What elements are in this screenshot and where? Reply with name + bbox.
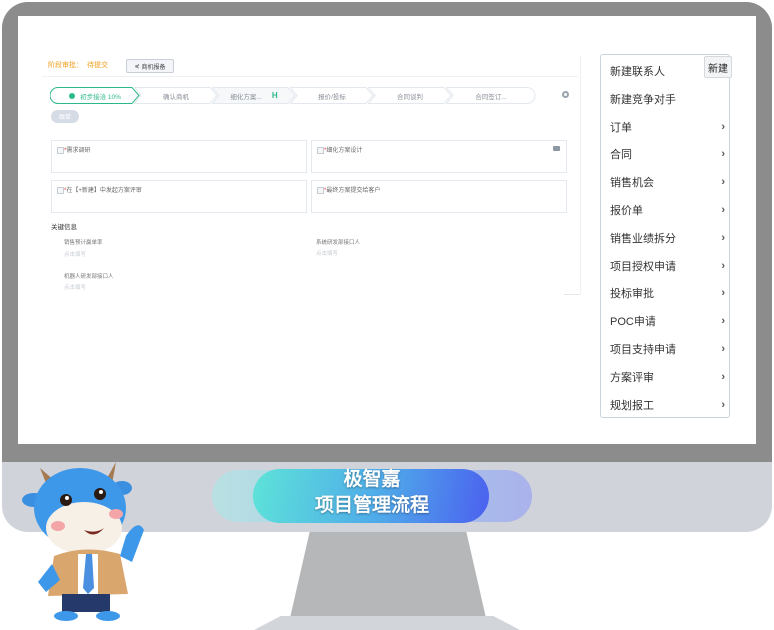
panel-divider-end [564,294,580,295]
menu-item[interactable]: 合同 › [601,140,729,168]
task-checkbox[interactable] [57,187,64,194]
stage-approval-value: 待提交 [87,62,108,69]
pipeline-step[interactable]: 初步接洽 10% [50,87,140,104]
menu-item-label: 规划报工 [610,399,654,412]
cow-mascot-icon [22,462,144,621]
banner-subtitle: 项目管理流程 [314,495,429,516]
key-info-title: 关键信息 [51,224,77,231]
field-label: 销售预计赢单率 [64,240,103,246]
opportunity-report-button[interactable]: ⋞ 商机报备 [126,59,174,73]
stage-approval: 阶段审批： 待提交 [48,60,108,70]
task-checkbox[interactable] [57,147,64,154]
task-label: 最终方案提交给客户 [326,188,381,194]
pipeline-step[interactable]: 确认商机 [134,87,218,104]
share-icon: ⋞ [134,63,140,70]
chevron-right-icon: › [721,204,725,216]
pipeline-step-label: 合同签订... [475,93,507,101]
pipeline-step[interactable]: 合同签订... [446,87,536,104]
menu-item[interactable]: 销售业绩拆分 › [601,224,729,252]
field-value-input[interactable]: 点击填写 [64,283,86,291]
report-button-label: 商机报备 [141,64,166,71]
menu-item-label: 新建联系人 [610,66,665,78]
stage-pipeline: 初步接洽 10% 确认商机 细化方案... H 报价/投标 合同谈判 合同签订.… [50,87,536,104]
menu-item-label: 方案评审 [610,371,654,384]
chevron-right-icon: › [721,259,725,272]
pipeline-step[interactable]: 合同谈判 [368,87,452,104]
monitor-stand-base [254,616,520,630]
menu-item-label: 投标审批 [610,288,654,301]
task-card[interactable]: *最终方案提交给客户 [311,180,567,213]
pipeline-step-label: 报价/投标 [318,93,346,101]
task-label: 需求调研 [66,148,91,154]
menu-item-label: POC申请 [610,316,656,329]
field-label: 系统研发部接口人 [316,240,361,246]
pipeline-step[interactable]: 报价/投标 [290,87,374,104]
new-tooltip: 新建 [704,56,732,78]
chevron-right-icon: › [721,120,725,133]
task-checkbox[interactable] [317,147,324,154]
chevron-right-icon: › [721,287,725,300]
menu-item-label: 项目授权申请 [610,260,676,273]
field-label: 机器人研发部接口人 [64,274,114,280]
header-divider [42,76,578,77]
task-checkbox[interactable] [317,187,324,194]
pipeline-step-label: 合同谈判 [397,93,423,101]
chevron-right-icon: › [721,398,725,411]
banner-title: 极智嘉 [343,469,401,490]
menu-item-label: 报价单 [610,205,643,217]
document-icon[interactable] [553,146,560,151]
chevron-right-icon: › [721,176,725,189]
menu-item-label: 销售机会 [610,177,654,190]
chevron-right-icon: › [721,343,725,355]
menu-item[interactable]: 投标审批 › [601,279,729,307]
pipeline-step[interactable]: 细化方案... H [212,87,296,104]
menu-item[interactable]: POC申请 › [601,307,729,335]
chevron-right-icon: › [721,148,725,161]
chevron-right-icon: › [721,315,725,328]
menu-item-label: 订单 [610,121,632,134]
task-card[interactable]: *细化方案设计 [311,140,567,173]
task-label: 细化方案设计 [326,148,363,154]
pipeline-step-label: 初步接洽 10% [80,93,121,101]
menu-item-label: 合同 [610,149,632,162]
panel-divider [580,56,581,294]
menu-item[interactable]: 项目支持申请 › [601,335,729,363]
menu-item[interactable]: 方案评审 › [601,363,729,391]
field-value-input[interactable]: 点击填写 [64,250,86,258]
drag-handle-icon[interactable]: H [272,91,278,100]
chevron-right-icon: › [721,370,725,383]
monitor-stand-neck [290,532,486,618]
user-icon [69,92,76,99]
chevron-right-icon: › [721,231,725,244]
menu-item[interactable]: 项目授权申请 › [601,252,729,280]
task-card[interactable]: *在【+新建】中发起方案评审 [51,180,307,213]
menu-item[interactable]: 报价单 › [601,196,729,224]
task-label: 在【+新建】中发起方案评审 [66,188,142,194]
follow-button[interactable]: 跟单 [51,110,79,123]
pipeline-step-label: 细化方案... [230,93,262,101]
field-value-input[interactable]: 点击填写 [316,249,338,257]
settings-icon[interactable] [562,91,569,98]
menu-item[interactable]: 新建竞争对手 [601,85,729,113]
monitor-screen: 阶段审批： 待提交 ⋞ 商机报备 初步接洽 10% 确认商机 细化方案... H… [18,16,756,444]
task-card[interactable]: *需求调研 [51,140,307,173]
pipeline-step-label: 确认商机 [163,93,189,101]
menu-item-label: 销售业绩拆分 [610,232,676,245]
menu-item-label: 项目支持申请 [610,344,676,356]
stage-approval-label: 阶段审批： [48,62,83,69]
menu-item[interactable]: 规划报工 › [601,391,729,419]
menu-item-label: 新建竞争对手 [610,93,676,106]
menu-item[interactable]: 销售机会 › [601,168,729,196]
menu-item[interactable]: 订单 › [601,113,729,141]
new-dropdown-menu: 新建联系人新建竞争对手 订单 › 合同 › 销售机会 › 报价单 › 销售业绩拆分 › 项目授权申请 ›… [600,54,730,418]
